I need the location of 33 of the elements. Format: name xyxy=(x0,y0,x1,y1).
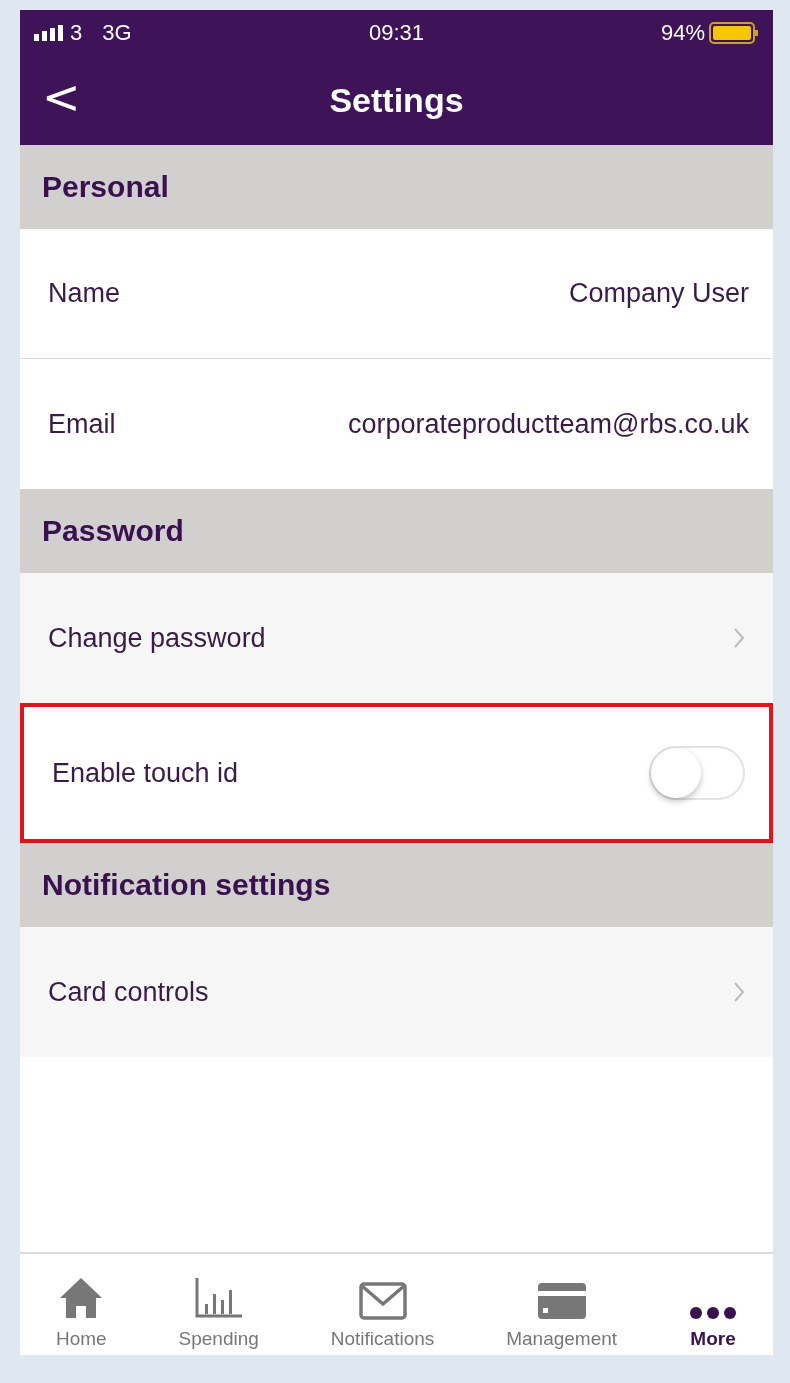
more-icon xyxy=(689,1305,738,1320)
row-value: Company User xyxy=(568,278,749,309)
back-button[interactable]: < xyxy=(34,67,89,127)
battery-icon xyxy=(709,21,759,44)
carrier-name: 3 xyxy=(70,19,83,46)
section-header: Personal xyxy=(20,145,773,229)
page-title: Settings xyxy=(329,80,464,120)
toggle-switch[interactable] xyxy=(649,746,745,800)
chevron-icon xyxy=(733,627,745,649)
row-label: Email xyxy=(48,408,116,440)
row-label: Card controls xyxy=(48,976,209,1008)
card-icon xyxy=(536,1281,587,1320)
row-label: Change password xyxy=(48,622,266,654)
network-type: 3G xyxy=(102,19,132,46)
chevron-icon xyxy=(733,981,745,1003)
battery-percent: 94% xyxy=(660,19,705,46)
bar-chart-icon xyxy=(193,1275,244,1320)
section-header: Password xyxy=(20,489,773,573)
signal-icon xyxy=(34,24,64,41)
tab-item[interactable]: Home xyxy=(53,1259,109,1350)
settings-row[interactable]: Card controls xyxy=(20,927,773,1057)
row-value: corporateproductteam@rbs.co.uk xyxy=(347,408,749,440)
status-time: 09:31 xyxy=(368,19,425,46)
envelope-icon xyxy=(358,1281,407,1320)
tab-item[interactable]: Spending xyxy=(176,1259,261,1350)
tab-item[interactable]: More xyxy=(687,1259,740,1350)
tab-item[interactable]: Management xyxy=(504,1259,620,1350)
settings-row[interactable]: Enable touch id xyxy=(20,703,773,843)
section-header: Notification settings xyxy=(20,843,773,927)
row-label: Name xyxy=(48,278,121,309)
tab-item[interactable]: Notifications xyxy=(328,1259,437,1350)
row-label: Enable touch id xyxy=(52,757,239,789)
settings-row[interactable]: Change password xyxy=(20,573,773,703)
